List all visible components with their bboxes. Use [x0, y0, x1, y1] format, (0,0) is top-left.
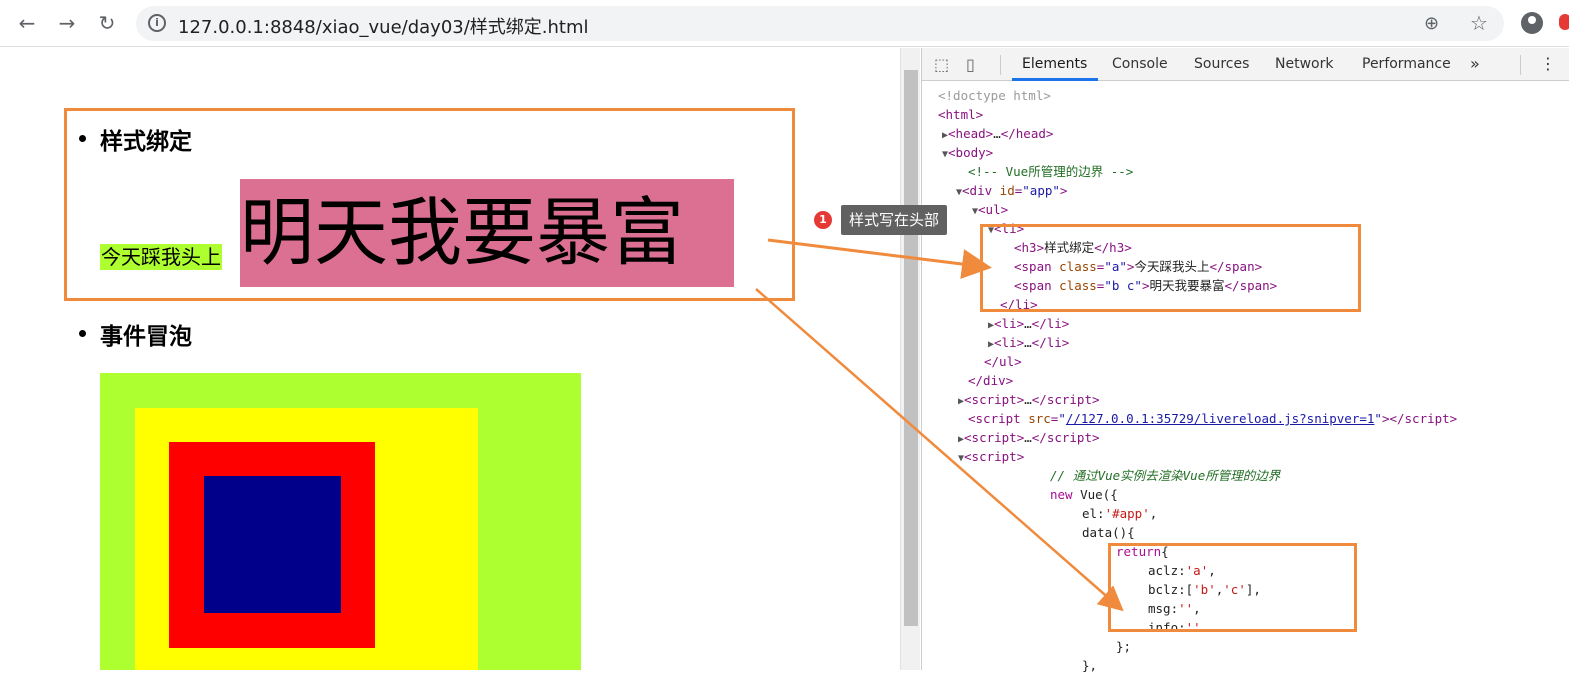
reload-icon[interactable]: ↻ — [96, 12, 118, 34]
devtools-menu-icon[interactable]: ⋮ — [1540, 54, 1556, 73]
zoom-icon[interactable]: ⊕ — [1424, 13, 1439, 34]
code-line[interactable]: <script src="//127.0.0.1:35729/livereloa… — [968, 409, 1457, 428]
code-line[interactable]: <!doctype html> — [938, 86, 1051, 105]
code-line[interactable]: }, — [1082, 656, 1097, 675]
annotation-badge: 1 — [814, 211, 832, 229]
toolbar-divider — [1520, 55, 1521, 75]
code-line[interactable]: el:'#app', — [1082, 504, 1157, 523]
url-text[interactable]: 127.0.0.1:8848/xiao_vue/day03/样式绑定.html — [178, 13, 589, 39]
annotation-box-page — [64, 108, 795, 301]
devtools-tabbar: ⬚ ▯ Elements Console Sources Network Per… — [922, 48, 1569, 81]
page-viewport: 样式绑定 今天踩我头上 明天我要暴富 事件冒泡 — [0, 48, 900, 670]
extension-icon[interactable] — [1559, 14, 1569, 30]
list-bullet — [79, 330, 86, 337]
inspect-cursor-icon[interactable]: ⬚ — [934, 55, 949, 74]
scrollbar-thumb[interactable] — [904, 70, 918, 626]
tab-sources[interactable]: Sources — [1194, 56, 1249, 72]
device-toggle-icon[interactable]: ▯ — [966, 55, 975, 74]
tab-console[interactable]: Console — [1112, 56, 1168, 72]
code-line[interactable]: <html> — [938, 105, 983, 124]
bookmark-star-icon[interactable]: ☆ — [1470, 11, 1488, 35]
code-line[interactable]: }; — [1116, 637, 1131, 656]
annotation-box-data — [1108, 543, 1357, 632]
tab-performance[interactable]: Performance — [1362, 56, 1451, 72]
code-line[interactable]: // 通过Vue实例去渲染Vue所管理的边界 — [1050, 466, 1280, 485]
profile-icon[interactable] — [1521, 12, 1543, 34]
code-line[interactable]: new Vue({ — [1050, 485, 1118, 504]
annotation-box-li — [980, 224, 1361, 312]
code-line[interactable]: <!-- Vue所管理的边界 --> — [968, 162, 1133, 181]
heading-event-bubbling: 事件冒泡 — [100, 324, 192, 350]
active-tab-indicator — [1012, 78, 1098, 81]
info-icon[interactable]: i — [148, 14, 166, 32]
code-line[interactable]: ▼<script> — [958, 447, 1024, 468]
more-tabs-icon[interactable]: » — [1470, 54, 1480, 73]
code-line[interactable]: </div> — [968, 371, 1013, 390]
annotation-tooltip: 样式写在头部 — [841, 205, 948, 235]
page-scrollbar[interactable] — [900, 48, 920, 670]
inner-box[interactable] — [204, 476, 341, 613]
code-line[interactable]: </ul> — [984, 352, 1022, 371]
code-line[interactable]: data(){ — [1082, 523, 1135, 542]
toolbar-divider — [1000, 55, 1001, 75]
forward-icon[interactable]: → — [56, 12, 78, 34]
address-bar[interactable]: i 127.0.0.1:8848/xiao_vue/day03/样式绑定.htm… — [136, 6, 1504, 41]
tab-network[interactable]: Network — [1275, 56, 1333, 72]
tab-elements[interactable]: Elements — [1022, 56, 1087, 72]
browser-toolbar: ← → ↻ i 127.0.0.1:8848/xiao_vue/day03/样式… — [0, 0, 1569, 47]
back-icon[interactable]: ← — [16, 12, 38, 34]
